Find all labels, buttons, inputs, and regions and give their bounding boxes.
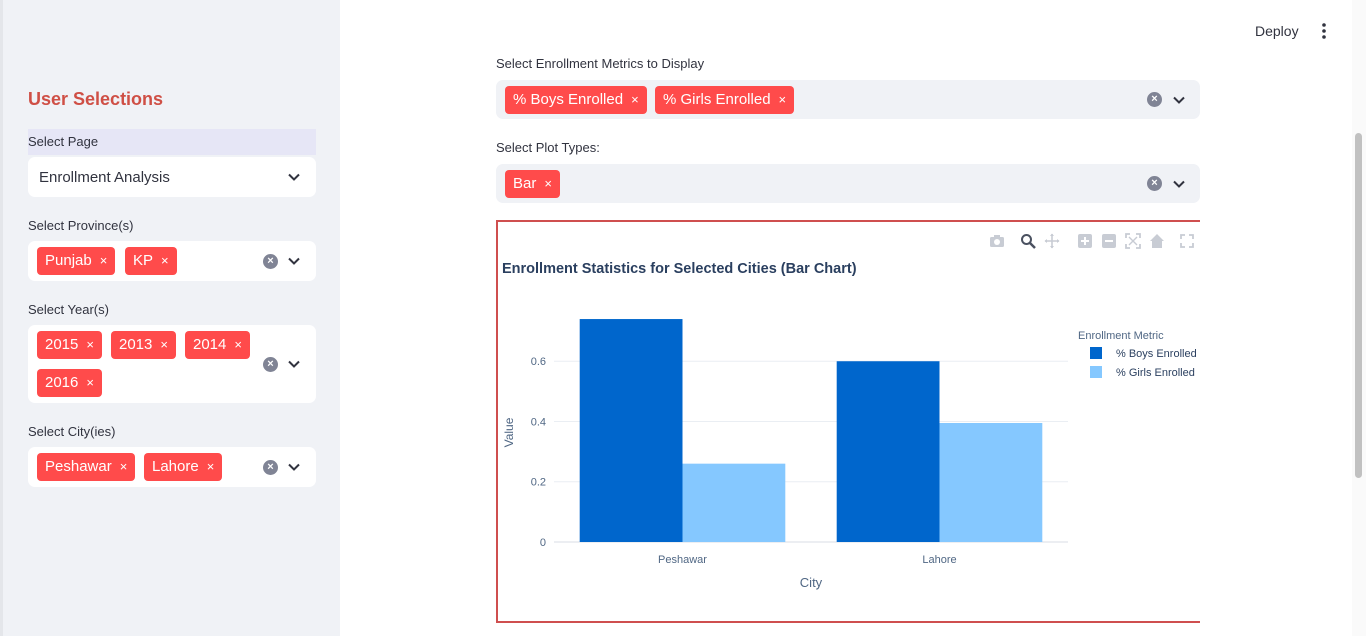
tag-remove-icon[interactable]: × [779, 92, 787, 107]
tag-label: Peshawar [45, 458, 112, 475]
y-tick-label: 0.4 [531, 416, 546, 428]
plot-types-multiselect[interactable]: Bar × × [496, 164, 1200, 203]
tag-label: % Boys Enrolled [513, 91, 624, 108]
tag-label: 2016 [45, 374, 79, 391]
metrics-multiselect[interactable]: % Boys Enrolled × % Girls Enrolled × × [496, 80, 1200, 119]
page-select[interactable]: Enrollment Analysis [28, 157, 316, 197]
tag-metric: % Girls Enrolled × [655, 86, 795, 114]
clear-all-icon[interactable]: × [263, 254, 278, 269]
x-axis-title: City [800, 575, 823, 590]
clear-all-icon[interactable]: × [1147, 176, 1162, 191]
tag-remove-icon[interactable]: × [160, 337, 168, 352]
chart-container: Enrollment Statistics for Selected Citie… [496, 220, 1200, 623]
tag-remove-icon[interactable]: × [544, 176, 552, 191]
province-multiselect[interactable]: Punjab × KP × × [28, 241, 316, 281]
tag-label: KP [133, 252, 154, 269]
tag-label: 2014 [193, 336, 227, 353]
tag-remove-icon[interactable]: × [100, 253, 108, 268]
tag-city: Peshawar × [37, 453, 136, 481]
clear-all-icon[interactable]: × [263, 460, 278, 475]
page-select-value: Enrollment Analysis [39, 169, 170, 186]
tag-province: KP × [125, 247, 177, 275]
plot-types-label: Select Plot Types: [496, 140, 600, 155]
chevron-down-icon[interactable] [286, 169, 302, 185]
tag-remove-icon[interactable]: × [161, 253, 169, 268]
tag-remove-icon[interactable]: × [207, 459, 215, 474]
bar-chart: Enrollment Statistics for Selected Citie… [502, 261, 1197, 590]
tag-year: 2015 × [37, 331, 102, 359]
legend-title: Enrollment Metric [1078, 330, 1164, 342]
tag-label: % Girls Enrolled [663, 91, 771, 108]
y-tick-label: 0 [540, 537, 546, 549]
chevron-down-icon[interactable] [1171, 176, 1187, 192]
x-tick-label: Lahore [922, 554, 956, 566]
tag-year: 2016 × [37, 369, 102, 397]
chevron-down-icon[interactable] [286, 356, 302, 372]
tag-metric: % Boys Enrolled × [505, 86, 647, 114]
metrics-label: Select Enrollment Metrics to Display [496, 56, 705, 71]
y-tick-label: 0.2 [531, 477, 546, 489]
legend-label: % Girls Enrolled [1116, 367, 1195, 379]
sidebar: User Selections Select Page Enrollment A… [0, 0, 340, 636]
tag-label: Lahore [152, 458, 199, 475]
tag-remove-icon[interactable]: × [631, 92, 639, 107]
select-city-label: Select City(ies) [28, 424, 116, 439]
tag-city: Lahore × [144, 453, 223, 481]
bar [682, 463, 786, 542]
tag-remove-icon[interactable]: × [234, 337, 242, 352]
x-tick-label: Peshawar [658, 554, 707, 566]
tag-remove-icon[interactable]: × [86, 337, 94, 352]
legend-swatch [1090, 347, 1102, 359]
more-options-icon[interactable] [1316, 22, 1332, 40]
legend-swatch [1090, 366, 1102, 378]
bar [939, 422, 1043, 542]
chevron-down-icon[interactable] [286, 253, 302, 269]
clear-all-icon[interactable]: × [263, 357, 278, 372]
select-province-label: Select Province(s) [28, 218, 134, 233]
y-tick-label: 0.6 [531, 356, 546, 368]
tag-label: 2013 [119, 336, 153, 353]
tag-year: 2014 × [185, 331, 250, 359]
chevron-down-icon[interactable] [1171, 92, 1187, 108]
chevron-down-icon[interactable] [286, 459, 302, 475]
bar [579, 319, 683, 542]
year-multiselect[interactable]: 2015 × 2013 × 2014 × 2016 × × [28, 325, 316, 403]
tag-label: Punjab [45, 252, 92, 269]
tag-label: 2015 [45, 336, 79, 353]
sidebar-edge [0, 0, 3, 636]
city-multiselect[interactable]: Peshawar × Lahore × × [28, 447, 316, 487]
select-page-label: Select Page [28, 129, 316, 155]
sidebar-title: User Selections [28, 89, 164, 109]
tag-plot-type: Bar × [505, 170, 560, 198]
y-axis-title: Value [502, 417, 516, 447]
legend-label: % Boys Enrolled [1116, 348, 1197, 360]
select-year-label: Select Year(s) [28, 302, 109, 317]
tag-year: 2013 × [111, 331, 176, 359]
tag-remove-icon[interactable]: × [120, 459, 128, 474]
chart-title: Enrollment Statistics for Selected Citie… [502, 261, 857, 277]
scrollbar-thumb[interactable] [1355, 133, 1362, 478]
deploy-button[interactable]: Deploy [1255, 23, 1299, 39]
tag-label: Bar [513, 175, 537, 192]
bar [836, 361, 940, 542]
tag-remove-icon[interactable]: × [86, 375, 94, 390]
clear-all-icon[interactable]: × [1147, 92, 1162, 107]
tag-province: Punjab × [37, 247, 116, 275]
